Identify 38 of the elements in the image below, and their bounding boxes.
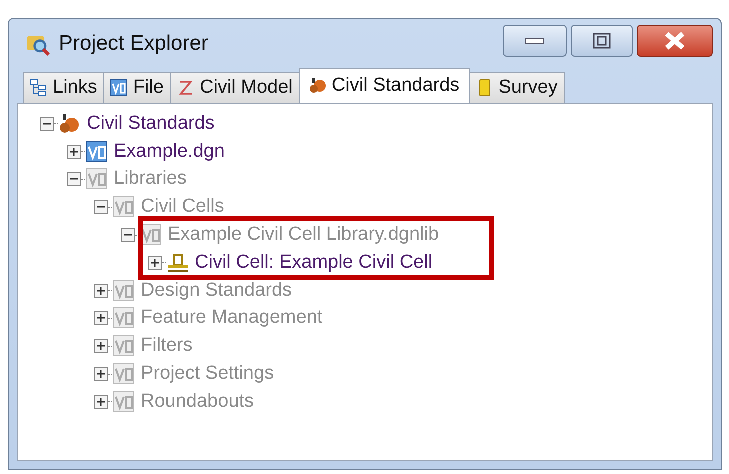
expander-icon[interactable] [94, 394, 108, 409]
maximize-icon [593, 33, 611, 49]
document-icon [113, 307, 135, 330]
document-icon [113, 280, 135, 302]
minimize-icon [524, 36, 546, 46]
tab[interactable]: Survey [468, 72, 565, 103]
expander-icon[interactable] [94, 200, 108, 214]
tab[interactable]: File [103, 72, 171, 103]
tree-item[interactable]: Civil Standards [87, 112, 215, 135]
close-button[interactable] [637, 25, 713, 57]
expander-icon[interactable] [94, 339, 108, 354]
tree-item[interactable]: Civil Cell: Example Civil Cell [195, 252, 433, 274]
expander-icon[interactable] [94, 284, 108, 298]
expander-icon[interactable] [94, 311, 108, 326]
expander-icon[interactable] [67, 172, 81, 186]
expander-icon[interactable] [40, 116, 54, 131]
minimize-button[interactable] [503, 25, 567, 57]
tree-item[interactable]: Example.dgn [114, 140, 225, 163]
document-icon [140, 224, 162, 246]
document-icon [113, 335, 135, 358]
document-icon [113, 363, 135, 386]
window-title: Project Explorer [59, 32, 210, 56]
hierarchy-icon [30, 79, 48, 97]
document-icon [113, 196, 135, 218]
document-icon [110, 79, 128, 97]
zigzag-icon [176, 79, 195, 97]
document-icon [86, 140, 108, 163]
document-icon [86, 168, 108, 190]
tab[interactable]: Links [23, 72, 104, 103]
cell-icon [167, 252, 189, 274]
expander-icon[interactable] [121, 228, 135, 242]
expander-icon[interactable] [94, 367, 108, 382]
document-icon [113, 390, 135, 413]
expander-icon[interactable] [67, 144, 81, 159]
tab[interactable]: Civil Standards [298, 68, 470, 103]
expander-icon[interactable] [148, 256, 162, 270]
maximize-button[interactable] [571, 25, 633, 57]
tab[interactable]: Civil Model [170, 72, 300, 103]
